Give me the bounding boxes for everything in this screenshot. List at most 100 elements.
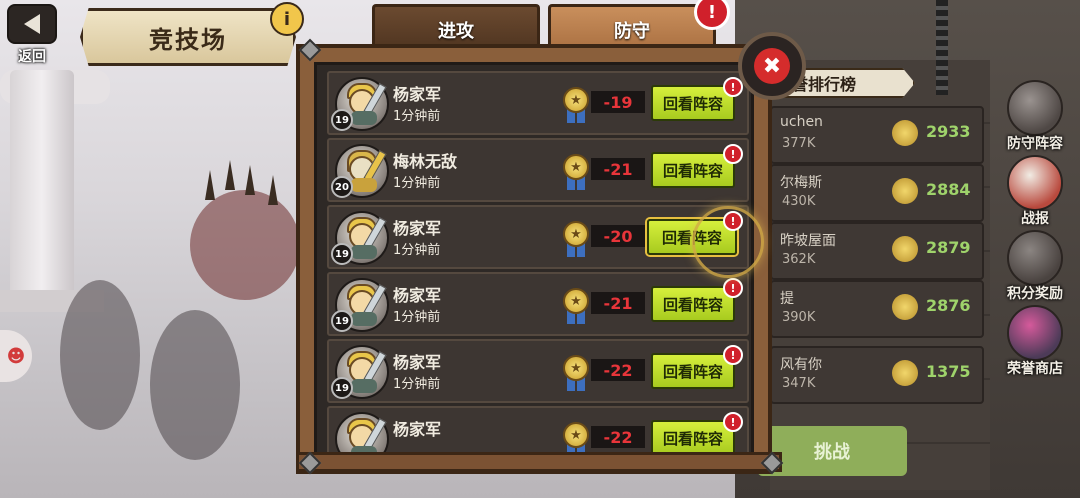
ranking-points: 2876 — [926, 296, 971, 315]
score-change: -21 — [591, 292, 645, 314]
ranking-player-name: uchen — [780, 114, 823, 130]
battle-time: 1分钟前 — [393, 109, 441, 124]
level-badge: 19 — [331, 243, 353, 265]
ranking-player-power: 377K — [782, 136, 816, 151]
ranking-player-power: 347K — [782, 376, 816, 391]
opponent-name: 杨家军 — [393, 420, 442, 439]
back-arrow-icon — [7, 4, 57, 44]
medal-icon — [892, 120, 918, 146]
level-badge: 19 — [331, 377, 353, 399]
background-spike — [268, 175, 278, 205]
alert-icon: ! — [723, 412, 743, 432]
side-menu-label: 荣誉商店 — [1007, 361, 1063, 377]
ranking-player-power: 362K — [782, 252, 816, 267]
pillar — [10, 70, 74, 300]
battle-time: 1分钟前 — [393, 176, 441, 191]
level-badge: 19 — [331, 109, 353, 131]
ranking-player-power: 390K — [782, 310, 816, 325]
alert-icon: ! — [723, 278, 743, 298]
background-spike — [225, 160, 235, 190]
page-title: 竞技场 — [149, 25, 227, 54]
background-soldier — [150, 310, 240, 460]
shield-icon — [1007, 80, 1063, 136]
battle-time: 1分钟前 — [393, 310, 441, 325]
medal-icon — [1007, 230, 1063, 286]
ranking-row: 风有你 347K 1375 — [770, 346, 984, 404]
info-icon[interactable]: i — [270, 2, 304, 36]
alert-icon: ! — [723, 345, 743, 365]
review-lineup-button[interactable]: 回看阵容 — [651, 152, 735, 188]
scroll-icon — [1007, 155, 1063, 211]
ranking-points: 2879 — [926, 238, 971, 257]
background-spike — [205, 170, 215, 200]
score-change: -20 — [591, 225, 645, 247]
medal-icon: ★ — [561, 154, 591, 190]
list-item: 杨家军 ★ -22 回看阵容 ! — [327, 406, 749, 453]
ranking-player-power: 430K — [782, 194, 816, 209]
alert-icon: ! — [723, 77, 743, 97]
list-item: 19 杨家军 1分钟前 ★ -21 回看阵容 ! — [327, 272, 749, 336]
alert-icon: ! — [723, 144, 743, 164]
score-change: -22 — [591, 359, 645, 381]
level-badge: 20 — [331, 176, 353, 198]
medal-icon — [892, 236, 918, 262]
side-menu-label: 防守阵容 — [1007, 136, 1063, 152]
opponent-name: 梅林无敌 — [393, 152, 458, 171]
side-menu-point-rewards[interactable]: 积分奖励 — [990, 230, 1080, 305]
side-menu-label: 积分奖励 — [1007, 286, 1063, 302]
score-change: -21 — [591, 158, 645, 180]
ranking-player-name: 提 — [780, 291, 794, 307]
ranking-points: 2933 — [926, 122, 971, 141]
ranking-player-name: 风有你 — [780, 357, 822, 373]
ranking-row: 提 390K 2876 — [770, 280, 984, 338]
medal-icon: ★ — [561, 288, 591, 324]
ranking-row: uchen 377K 2933 — [770, 106, 984, 164]
medal-icon — [892, 360, 918, 386]
battle-time: 1分钟前 — [393, 377, 441, 392]
page-title-banner: 竞技场 — [80, 8, 296, 66]
hanging-chain — [936, 0, 948, 95]
back-button[interactable]: 返回 — [0, 0, 64, 66]
panel-bottom-bar — [296, 452, 782, 472]
medal-icon — [892, 294, 918, 320]
background-spike — [245, 165, 255, 195]
list-item: 20 梅林无敌 1分钟前 ★ -21 回看阵容 ! — [327, 138, 749, 202]
side-menu: 防守阵容 战报 积分奖励 荣誉商店 — [990, 80, 1080, 380]
side-menu-battle-report[interactable]: 战报 — [990, 155, 1080, 230]
background-soldier — [60, 280, 140, 430]
record-list-area[interactable]: 19 杨家军 1分钟前 ★ -19 回看阵容 ! 20 梅林无敌 1分钟前 ★ … — [314, 62, 754, 456]
review-lineup-button[interactable]: 回看阵容 — [651, 286, 735, 322]
ranking-points: 2884 — [926, 180, 971, 199]
list-item: 19 杨家军 1分钟前 ★ -20 回看阵容 ! — [327, 205, 749, 269]
ranking-row: 昨坡屋面 362K 2879 — [770, 222, 984, 280]
medal-icon: ★ — [561, 422, 591, 453]
ranking-points: 1375 — [926, 362, 971, 381]
ranking-player-name: 尔梅斯 — [780, 175, 822, 191]
level-badge: 19 — [331, 310, 353, 332]
score-change: -19 — [591, 91, 645, 113]
review-lineup-button[interactable]: 回看阵容 — [651, 420, 735, 453]
review-lineup-button[interactable]: 回看阵容 — [651, 85, 735, 121]
review-lineup-button[interactable]: 回看阵容 — [651, 353, 735, 389]
list-item: 19 杨家军 1分钟前 ★ -22 回看阵容 ! — [327, 339, 749, 403]
medal-icon — [892, 178, 918, 204]
opponent-avatar[interactable] — [335, 412, 389, 453]
list-item: 19 杨家军 1分钟前 ★ -19 回看阵容 ! — [327, 71, 749, 135]
opponent-name: 杨家军 — [393, 85, 442, 104]
side-menu-honor-shop[interactable]: 荣誉商店 — [990, 305, 1080, 380]
medal-icon: ★ — [561, 221, 591, 257]
background-warrior — [190, 190, 300, 300]
shop-icon — [1007, 305, 1063, 361]
battle-time: 1分钟前 — [393, 243, 441, 258]
opponent-name: 杨家军 — [393, 219, 442, 238]
side-menu-label: 战报 — [1021, 211, 1049, 227]
medal-icon: ★ — [561, 355, 591, 391]
tap-highlight-ring — [692, 206, 764, 278]
ranking-row: 尔梅斯 430K 2884 — [770, 164, 984, 222]
close-icon: ✖ — [754, 48, 790, 84]
opponent-name: 杨家军 — [393, 286, 442, 305]
close-button[interactable]: ✖ — [738, 32, 806, 100]
back-label: 返回 — [18, 49, 46, 65]
side-menu-defense-lineup[interactable]: 防守阵容 — [990, 80, 1080, 155]
medal-icon: ★ — [561, 87, 591, 123]
